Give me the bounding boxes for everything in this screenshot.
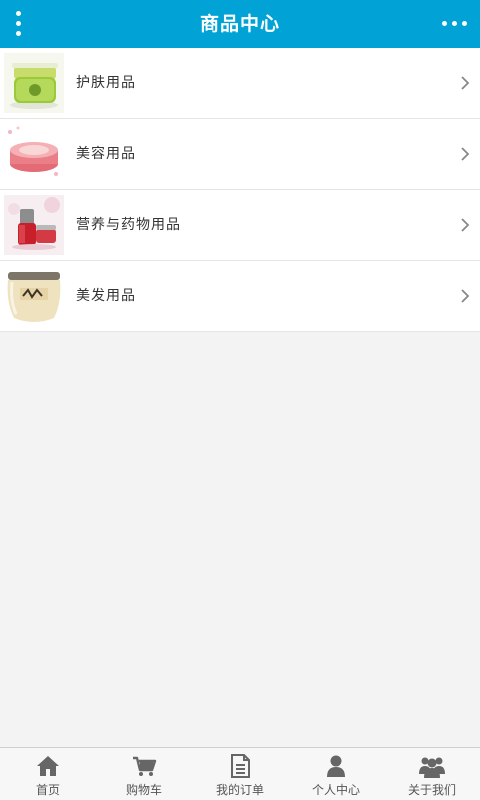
app-header: 商品中心 — [0, 0, 480, 48]
tab-home[interactable]: 首页 — [0, 748, 96, 800]
tab-about[interactable]: 关于我们 — [384, 748, 480, 800]
chevron-right-icon — [461, 147, 470, 161]
tab-cart[interactable]: 购物车 — [96, 748, 192, 800]
nutrition-thumbnail — [4, 195, 64, 255]
skincare-thumbnail — [4, 53, 64, 113]
category-row-beauty[interactable]: 美容用品 — [0, 119, 480, 190]
chevron-right-icon — [461, 289, 470, 303]
more-dot — [442, 21, 447, 26]
more-dot — [462, 21, 467, 26]
category-label: 美容用品 — [76, 146, 136, 162]
category-label: 营养与药物用品 — [76, 217, 181, 233]
category-label: 美发用品 — [76, 288, 136, 304]
category-row-nutrition[interactable]: 营养与药物用品 — [0, 190, 480, 261]
tab-orders[interactable]: 我的订单 — [192, 748, 288, 800]
home-icon — [37, 756, 59, 776]
category-list: 护肤用品 美容用品 营养与药物用品 美发用品 — [0, 48, 480, 332]
more-dot — [452, 21, 457, 26]
tab-profile[interactable]: 个人中心 — [288, 748, 384, 800]
chevron-right-icon — [461, 76, 470, 90]
user-icon — [327, 755, 345, 777]
page-title: 商品中心 — [199, 13, 280, 35]
tab-label: 个人中心 — [311, 783, 360, 797]
bottom-tab-bar: 首页 购物车 我的订单 个人中心 关于我们 — [0, 747, 480, 800]
more-button[interactable] — [440, 14, 470, 34]
cart-icon — [133, 756, 157, 776]
document-icon — [231, 754, 250, 778]
tab-label: 关于我们 — [407, 783, 456, 797]
beauty-thumbnail — [4, 124, 64, 184]
chevron-right-icon — [461, 218, 470, 232]
group-icon — [419, 757, 445, 778]
tab-label: 我的订单 — [215, 783, 264, 797]
tab-label: 购物车 — [125, 783, 162, 797]
haircare-thumbnail — [4, 266, 64, 326]
category-row-skincare[interactable]: 护肤用品 — [0, 48, 480, 119]
category-row-haircare[interactable]: 美发用品 — [0, 261, 480, 332]
tab-label: 首页 — [35, 783, 60, 797]
category-label: 护肤用品 — [76, 75, 136, 91]
